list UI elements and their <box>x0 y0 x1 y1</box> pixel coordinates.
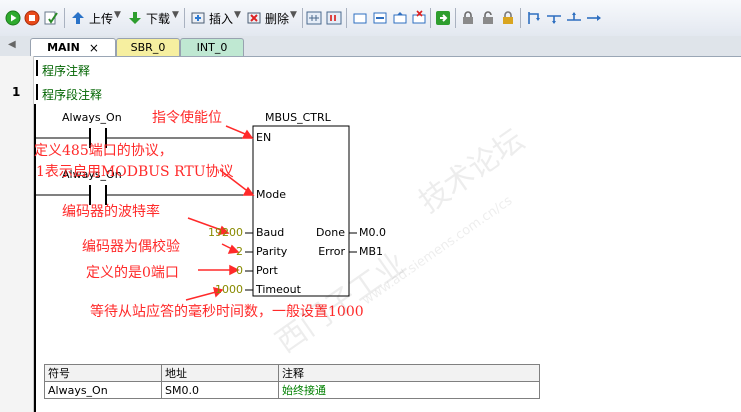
port-value[interactable]: 0 <box>205 264 243 277</box>
open-button[interactable] <box>392 9 408 27</box>
timeout-value[interactable]: 1000 <box>205 283 243 296</box>
pin-error: Error <box>318 245 345 258</box>
header-symbol: 符号 <box>44 364 162 382</box>
program-comment[interactable]: 程序注释 <box>36 60 91 78</box>
force-button[interactable] <box>500 9 516 27</box>
tab-sbr-0[interactable]: SBR_0 <box>116 38 180 56</box>
force-icon <box>503 11 513 24</box>
tab-int-0[interactable]: INT_0 <box>180 38 244 56</box>
comment-cell: 始终接通 <box>278 381 540 399</box>
run-button[interactable] <box>5 9 21 27</box>
pin-baud: Baud <box>256 226 285 239</box>
network-number: 1 <box>12 85 21 99</box>
compile-button[interactable] <box>43 9 59 27</box>
baud-value[interactable]: 19200 <box>205 226 243 239</box>
delete-label: 删除 <box>265 11 290 26</box>
window-icon <box>353 13 367 24</box>
pin-en: EN <box>256 131 272 144</box>
address-cell: SM0.0 <box>161 381 279 399</box>
download-button[interactable]: 下载 <box>127 9 170 27</box>
network-comment-label: 程序段注释 <box>42 88 103 102</box>
compare-icon <box>373 12 387 24</box>
pin-timeout: Timeout <box>256 283 301 296</box>
tab-main[interactable]: MAIN × <box>30 38 116 56</box>
right-line-icon <box>587 15 601 21</box>
stop-button[interactable] <box>24 9 40 27</box>
upload-label: 上传 <box>89 11 114 26</box>
pin-done: Done <box>316 226 345 239</box>
lock-icon <box>463 11 473 24</box>
insert-button[interactable]: 插入 <box>190 9 233 27</box>
close-icon[interactable]: × <box>89 41 99 55</box>
up-line-button[interactable] <box>566 9 582 27</box>
insert-label: 插入 <box>209 11 234 26</box>
delete-button[interactable]: 删除 <box>246 9 289 27</box>
network-gutter: 1 <box>0 56 34 412</box>
annotation-parity: 编码器为偶校验 <box>82 239 180 255</box>
clear-button[interactable] <box>411 9 427 27</box>
run-icon <box>5 10 21 26</box>
compile-icon <box>44 11 58 25</box>
pin-port: Port <box>256 264 278 277</box>
right-line-button[interactable] <box>586 9 602 27</box>
pause-status-button[interactable] <box>326 9 342 27</box>
tab-sbr-0-label: SBR_0 <box>130 41 166 54</box>
delete-icon <box>247 12 261 24</box>
done-value[interactable]: M0.0 <box>359 226 386 239</box>
header-address: 地址 <box>161 364 279 382</box>
mbus-ctrl-block[interactable]: MBUS_CTRL EN Mode Baud Parity Port Timeo… <box>253 108 349 296</box>
pause-status-icon <box>326 11 342 25</box>
program-status-icon <box>306 11 322 25</box>
up-line-icon <box>567 12 581 21</box>
unlock-button[interactable] <box>480 9 496 27</box>
compare-button[interactable] <box>372 9 388 27</box>
arrow-up-icon <box>72 12 84 24</box>
tab-main-label: MAIN <box>47 41 80 54</box>
symbol-cell: Always_On <box>44 381 162 399</box>
lock-button[interactable] <box>460 9 476 27</box>
upload-dropdown-icon[interactable]: ▼ <box>114 10 121 20</box>
open-icon <box>393 12 407 24</box>
export-icon <box>436 11 450 25</box>
upload-button[interactable]: 上传 <box>70 9 113 27</box>
branch-icon <box>528 12 540 24</box>
unlock-icon <box>483 11 493 24</box>
arrow-down-icon <box>129 12 141 24</box>
annotation-baud: 编码器的波特率 <box>62 204 160 220</box>
pin-parity: Parity <box>256 245 288 258</box>
down-line-icon <box>547 15 561 24</box>
table-row[interactable]: Always_On SM0.0 始终接通 <box>44 381 540 399</box>
network-comment[interactable]: 程序段注释 <box>36 84 103 102</box>
download-label: 下载 <box>146 11 171 26</box>
download-dropdown-icon[interactable]: ▼ <box>172 10 179 20</box>
parity-value[interactable]: 2 <box>205 245 243 258</box>
program-status-button[interactable] <box>306 9 322 27</box>
annotation-mode-2: 1表示启用MODBUS RTU协议 <box>36 164 234 180</box>
insert-icon <box>191 12 205 24</box>
toolbar: 上传 ▼ 下载 ▼ 插入 ▼ 删除 ▼ <box>0 0 741 37</box>
tab-scroll-left-icon[interactable]: ◀ <box>8 39 16 50</box>
annotation-port: 定义的是0端口 <box>86 265 179 281</box>
editor-tab-bar: ◀ MAIN × SBR_0 INT_0 <box>0 36 741 57</box>
pin-mode: Mode <box>256 188 286 201</box>
contact-label: Always_On <box>62 111 122 124</box>
delete-dropdown-icon[interactable]: ▼ <box>290 10 297 20</box>
insert-dropdown-icon[interactable]: ▼ <box>234 10 241 20</box>
export-button[interactable] <box>435 9 451 27</box>
header-comment: 注释 <box>278 364 540 382</box>
clear-icon <box>412 10 426 24</box>
program-comment-label: 程序注释 <box>42 64 91 78</box>
branch-button[interactable] <box>526 9 542 27</box>
stop-icon <box>24 10 40 26</box>
annotation-en: 指令使能位 <box>152 110 222 126</box>
symbol-table-header: 符号 地址 注释 <box>44 364 540 382</box>
window-button[interactable] <box>352 9 368 27</box>
annotation-mode-1: 定义485端口的协议， <box>34 143 173 159</box>
symbol-table: 符号 地址 注释 Always_On SM0.0 始终接通 <box>44 364 540 399</box>
block-title: MBUS_CTRL <box>265 111 331 124</box>
tab-int-0-label: INT_0 <box>196 41 228 54</box>
down-line-button[interactable] <box>546 9 562 27</box>
